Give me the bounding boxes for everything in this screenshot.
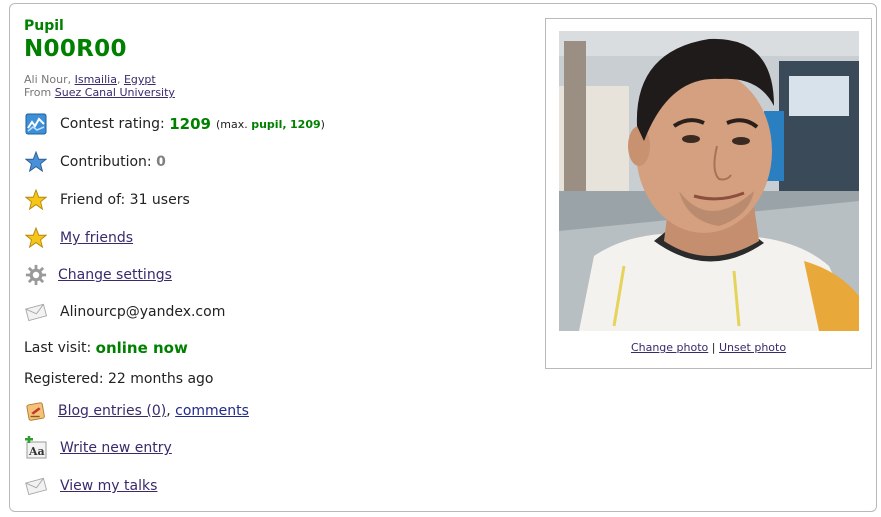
photo-link-separator: |: [711, 341, 716, 354]
blog-icon: [24, 399, 48, 423]
user-rank: Pupil: [24, 18, 64, 34]
user-handle: N00R00: [24, 36, 127, 62]
registered-row: Registered: 22 months ago: [24, 366, 213, 392]
unset-photo-link[interactable]: Unset photo: [719, 341, 786, 354]
comma-separator: ,: [166, 403, 176, 419]
rating-chart-icon: [24, 112, 48, 136]
photo-actions: Change photo | Unset photo: [546, 341, 871, 354]
gear-icon: [24, 263, 48, 287]
registered-text: Registered: 22 months ago: [24, 371, 214, 387]
friend-of-text: Friend of: 31 users: [60, 192, 190, 208]
last-visit-row: Last visit: online now: [24, 335, 188, 361]
write-new-entry-link[interactable]: Write new entry: [60, 440, 172, 456]
change-photo-link[interactable]: Change photo: [631, 341, 708, 354]
max-rating-prefix: (max.: [215, 117, 248, 131]
user-photo: [559, 31, 859, 331]
my-friends-row: My friends: [24, 225, 133, 251]
email-text: Alinourcp@yandex.com: [60, 304, 226, 320]
user-location: Ali Nour, Ismailia, Egypt: [24, 73, 156, 86]
organization-link[interactable]: Suez Canal University: [55, 86, 175, 99]
country-link[interactable]: Egypt: [124, 73, 156, 86]
change-settings-link[interactable]: Change settings: [58, 267, 172, 283]
friend-of-row: Friend of: 31 users: [24, 187, 190, 213]
from-label: From: [24, 86, 52, 99]
city-link[interactable]: Ismailia: [75, 73, 117, 86]
user-name: Ali Nour: [24, 73, 68, 86]
max-rating-suffix: ): [320, 117, 325, 131]
envelope-icon: [24, 474, 48, 498]
gold-star-icon: [24, 226, 48, 250]
blog-entries-link[interactable]: Blog entries (0): [58, 403, 166, 419]
user-organization: From Suez Canal University: [24, 86, 175, 99]
gold-star-icon: [24, 188, 48, 212]
contest-rating-row: Contest rating: 1209 (max. pupil, 1209): [24, 111, 325, 137]
envelope-icon: [24, 300, 48, 324]
rating-value: 1209: [169, 115, 211, 133]
last-visit-value: online now: [95, 339, 188, 357]
my-friends-link[interactable]: My friends: [60, 230, 133, 246]
rating-label: Contest rating:: [60, 116, 165, 132]
max-rating-rank: pupil,: [251, 117, 287, 131]
photo-box: Change photo | Unset photo: [545, 18, 872, 369]
email-row: Alinourcp@yandex.com: [24, 299, 225, 325]
contribution-label: Contribution:: [60, 154, 152, 170]
max-rating: (max. pupil, 1209): [216, 118, 325, 131]
blue-star-icon: [24, 150, 48, 174]
contribution-row: Contribution: 0: [24, 149, 166, 175]
write-entry-row: Aa Write new entry: [24, 435, 172, 461]
contribution-value: 0: [156, 154, 166, 170]
write-entry-icon: Aa: [24, 436, 48, 460]
view-talks-row: View my talks: [24, 473, 157, 499]
svg-text:Aa: Aa: [28, 445, 45, 458]
last-visit-label: Last visit:: [24, 340, 92, 356]
blog-row: Blog entries (0), comments: [24, 398, 249, 424]
view-my-talks-link[interactable]: View my talks: [60, 478, 157, 494]
max-rating-value: 1209: [290, 117, 321, 131]
change-settings-row: Change settings: [24, 262, 172, 288]
comments-link[interactable]: comments: [175, 403, 249, 419]
